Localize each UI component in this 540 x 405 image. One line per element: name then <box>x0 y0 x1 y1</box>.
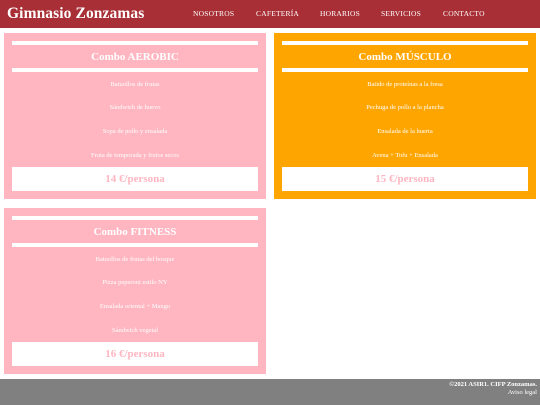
combo-item: Pechuga de pollo a la plancha <box>366 104 444 111</box>
combo-item: Batido de proteínas a la fresa <box>367 81 443 88</box>
legal-link[interactable]: Aviso legal <box>508 389 537 396</box>
copyright-text: ©2021 ASIR1. CIFP Zonzamas. <box>449 381 537 388</box>
card-divider <box>282 68 528 72</box>
nav-servicios[interactable]: SERVICIOS <box>381 9 421 18</box>
combo-item: Sopa de pollo y ensalada <box>102 128 168 135</box>
combo-price: 15 €/persona <box>282 167 528 191</box>
combo-item: Avena + Tofu + Ensalada <box>372 152 438 159</box>
card-divider <box>282 41 528 45</box>
nav-nosotros[interactable]: NOSOTROS <box>193 9 234 18</box>
combo-item: Fruta de temporada y frutos secos <box>91 152 179 159</box>
combo-item: Sándwich de huevo <box>109 104 161 111</box>
combo-card-aerobic: Combo AEROBIC Batuollos de frutas Sándwi… <box>4 33 266 199</box>
site-header: Gimnasio Zonzamas NOSOTROS CAFETERÍA HOR… <box>0 0 540 28</box>
combo-title: Combo FITNESS <box>93 226 177 238</box>
combo-card-fitness: Combo FITNESS Batuollos de frutas del bo… <box>4 208 266 374</box>
combo-title: Combo MÚSCULO <box>358 51 452 63</box>
card-divider <box>12 68 258 72</box>
card-divider <box>12 41 258 45</box>
combo-item: Batuollos de frutas del bosque <box>95 256 175 263</box>
card-divider <box>12 216 258 220</box>
combo-price: 16 €/persona <box>12 342 258 366</box>
nav-horarios[interactable]: HORARIOS <box>320 9 360 18</box>
nav-contacto[interactable]: CONTACTO <box>443 9 485 18</box>
combo-card-musculo: Combo MÚSCULO Batido de proteínas a la f… <box>274 33 536 199</box>
combo-price: 14 €/persona <box>12 167 258 191</box>
site-logo[interactable]: Gimnasio Zonzamas <box>7 5 144 23</box>
combo-item: Batuollos de frutas <box>110 81 160 88</box>
site-footer: ©2021 ASIR1. CIFP Zonzamas. Aviso legal <box>0 379 540 405</box>
combo-item: Ensalada de la huerta <box>377 128 433 135</box>
card-divider <box>12 243 258 247</box>
combo-item: Sándwich vegetal <box>111 327 159 334</box>
nav-cafeteria[interactable]: CAFETERÍA <box>256 9 299 18</box>
combo-item: Pizza peperoni estilo NY <box>102 279 168 286</box>
combo-item: Ensalada oriental + Mango <box>99 303 171 310</box>
combo-title: Combo AEROBIC <box>91 51 179 63</box>
